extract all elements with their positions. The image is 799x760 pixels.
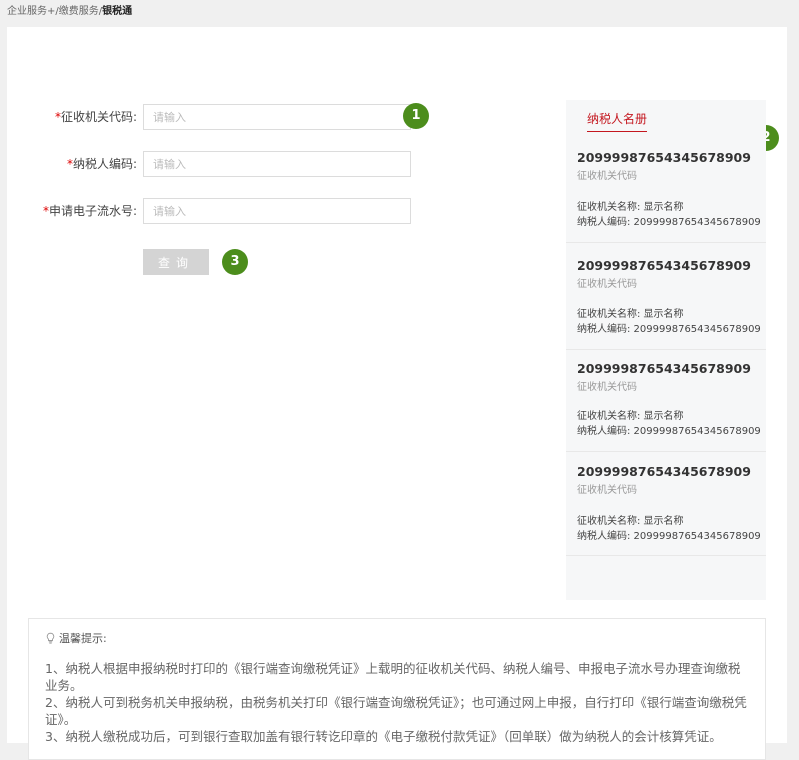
- taxpayer-code-label: *纳税人编码:: [66, 157, 137, 171]
- tips-box: 温馨提示: 1、纳税人根据申报纳税时打印的《银行端查询缴税凭证》上载明的征收机关…: [28, 618, 766, 760]
- card-taxpayer-code: 纳税人编码: 20999987654345678909: [577, 531, 761, 542]
- tab-taxpayer-roster[interactable]: 纳税人名册: [587, 110, 648, 132]
- breadcrumb-current: 银税通: [102, 6, 133, 17]
- card-taxpayer-code: 纳税人编码: 20999987654345678909: [577, 217, 761, 228]
- card-authority-name: 征收机关名称: 显示名称: [577, 411, 684, 422]
- tips-content: 1、纳税人根据申报纳税时打印的《银行端查询缴税凭证》上载明的征收机关代码、纳税人…: [45, 660, 749, 745]
- breadcrumb-link-payment[interactable]: 缴费服务: [59, 6, 99, 17]
- breadcrumb: 企业服务+/缴费服务/银税通: [7, 5, 132, 19]
- card-subtitle: 征收机关代码: [577, 382, 637, 393]
- tip-item: 3、纳税人缴税成功后，可到银行查取加盖有银行转讫印章的《电子缴税付款凭证》（回单…: [45, 729, 722, 744]
- serial-number-label: *申请电子流水号:: [42, 204, 137, 218]
- taxpayer-roster-panel: 纳税人名册 20999987654345678909 征收机关代码 征收机关名称…: [566, 100, 766, 600]
- card-taxpayer-code: 纳税人编码: 20999987654345678909: [577, 324, 761, 335]
- card-code: 20999987654345678909: [577, 150, 751, 165]
- tip-item: 1、纳税人根据申报纳税时打印的《银行端查询缴税凭证》上载明的征收机关代码、纳税人…: [45, 661, 741, 693]
- roster-card[interactable]: 20999987654345678909 征收机关代码 征收机关名称: 显示名称…: [566, 361, 766, 452]
- card-subtitle: 征收机关代码: [577, 485, 637, 496]
- authority-code-input[interactable]: [143, 104, 411, 130]
- breadcrumb-link-enterprise[interactable]: 企业服务+: [7, 6, 55, 17]
- authority-code-label: *征收机关代码:: [54, 110, 137, 124]
- card-subtitle: 征收机关代码: [577, 171, 637, 182]
- card-code: 20999987654345678909: [577, 464, 751, 479]
- card-taxpayer-code: 纳税人编码: 20999987654345678909: [577, 426, 761, 437]
- card-code: 20999987654345678909: [577, 361, 751, 376]
- card-authority-name: 征收机关名称: 显示名称: [577, 516, 684, 527]
- card-authority-name: 征收机关名称: 显示名称: [577, 202, 684, 213]
- roster-card[interactable]: 20999987654345678909 征收机关代码 征收机关名称: 显示名称…: [566, 150, 766, 243]
- card-code: 20999987654345678909: [577, 258, 751, 273]
- lightbulb-icon: [46, 632, 55, 644]
- query-button[interactable]: 查询: [143, 249, 209, 275]
- tips-title: 温馨提示:: [45, 630, 107, 646]
- step-badge-3: 3: [222, 249, 248, 275]
- card-subtitle: 征收机关代码: [577, 279, 637, 290]
- tip-item: 2、纳税人可到税务机关申报纳税，由税务机关打印《银行端查询缴税凭证》；也可通过网…: [45, 695, 747, 727]
- roster-card[interactable]: 20999987654345678909 征收机关代码 征收机关名称: 显示名称…: [566, 258, 766, 350]
- main-panel: *征收机关代码: *纳税人编码: *申请电子流水号: 查询 1 2 3 纳税人名…: [7, 27, 787, 760]
- card-authority-name: 征收机关名称: 显示名称: [577, 309, 684, 320]
- serial-number-input[interactable]: [143, 198, 411, 224]
- taxpayer-code-input[interactable]: [143, 151, 411, 177]
- roster-card[interactable]: 20999987654345678909 征收机关代码 征收机关名称: 显示名称…: [566, 464, 766, 556]
- step-badge-1: 1: [403, 103, 429, 129]
